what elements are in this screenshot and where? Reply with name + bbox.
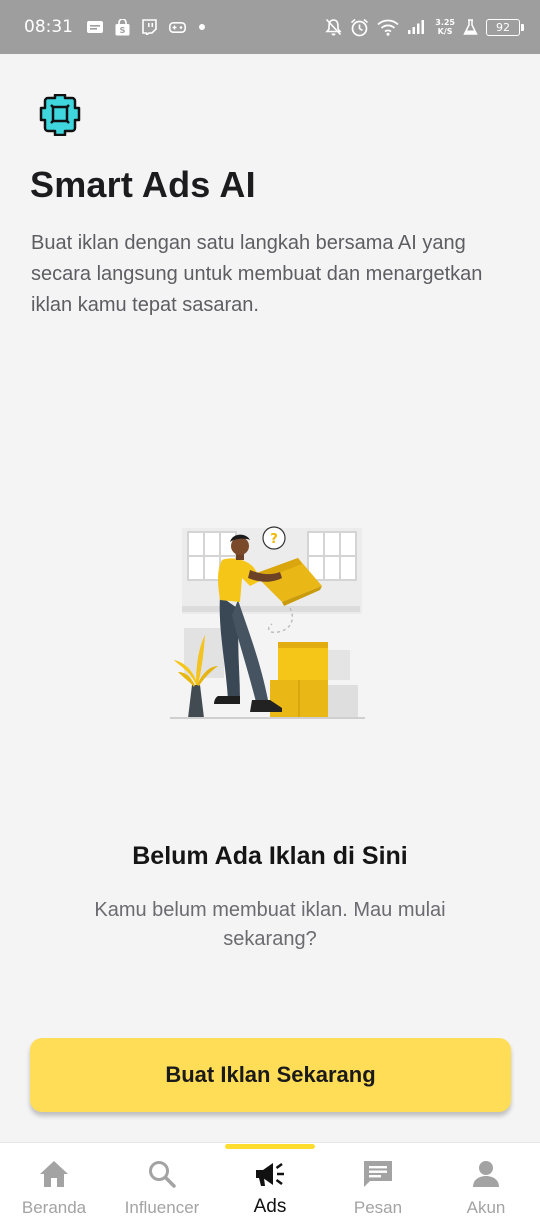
page-description: Buat iklan dengan satu langkah bersama A… — [31, 232, 483, 316]
wifi-icon — [377, 19, 399, 36]
puzzle-piece-icon — [38, 93, 82, 137]
nav-item-pesan[interactable]: Pesan — [324, 1143, 432, 1230]
bottom-navigation: Beranda Influencer Ads Pesan Akun — [0, 1142, 540, 1230]
empty-state-description: Kamu belum membuat iklan. Mau mulai seka… — [94, 899, 446, 950]
notification-icons: S — [87, 18, 206, 36]
battery-level: 92 — [496, 20, 510, 34]
signal-icon — [407, 19, 427, 35]
active-tab-indicator — [225, 1144, 315, 1149]
nav-label: Akun — [466, 1198, 506, 1217]
nav-item-influencer[interactable]: Influencer — [108, 1143, 216, 1230]
nav-label: Ads — [253, 1196, 287, 1217]
shopping-bag-icon: S — [115, 18, 130, 36]
megaphone-icon — [253, 1157, 287, 1191]
person-icon — [469, 1157, 503, 1191]
status-bar: 08:31 S 3.25 K/S 92 — [0, 0, 540, 54]
nav-label: Influencer — [124, 1198, 200, 1217]
create-ad-button[interactable]: Buat Iklan Sekarang — [30, 1038, 511, 1112]
twitch-icon — [142, 19, 157, 35]
battery-icon: 92 — [486, 18, 524, 36]
chat-icon — [361, 1157, 395, 1191]
speed-unit: K/S — [437, 27, 453, 36]
alarm-icon — [350, 18, 369, 37]
gamepad-icon — [169, 21, 186, 33]
person-carrying-box-illustration: ? — [170, 520, 370, 725]
page-title: Smart Ads AI — [30, 164, 256, 205]
nav-label: Beranda — [21, 1198, 87, 1217]
system-icons: 3.25 K/S 92 — [325, 18, 524, 37]
search-icon — [145, 1157, 179, 1191]
empty-state-title: Belum Ada Iklan di Sini — [132, 842, 408, 870]
nav-label: Pesan — [353, 1198, 403, 1217]
nav-item-akun[interactable]: Akun — [432, 1143, 540, 1230]
message-icon — [87, 21, 103, 33]
app-screen: 08:31 S 3.25 K/S 92 Smart Ads AI Buat ik… — [0, 0, 540, 1230]
network-speed: 3.25 K/S — [435, 18, 455, 36]
svg-text:S: S — [120, 26, 126, 35]
status-time: 08:31 — [24, 17, 73, 37]
home-icon — [37, 1157, 71, 1191]
mute-icon — [325, 18, 342, 36]
dot-icon — [198, 23, 206, 31]
flask-icon — [463, 18, 478, 36]
nav-item-ads[interactable]: Ads — [216, 1143, 324, 1230]
speed-value: 3.25 — [435, 18, 455, 27]
question-mark-label: ? — [270, 532, 278, 547]
nav-item-beranda[interactable]: Beranda — [0, 1143, 108, 1230]
